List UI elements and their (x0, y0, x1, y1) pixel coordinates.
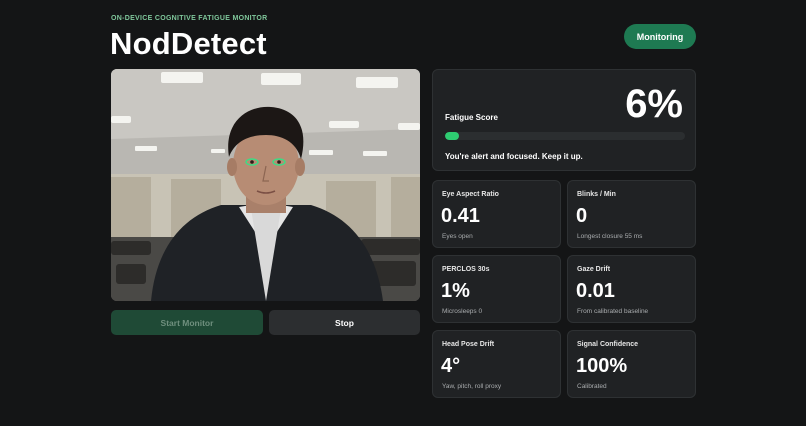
camera-feed (111, 69, 420, 301)
metric-value: 4° (441, 355, 461, 377)
metric-value: 0.01 (576, 280, 615, 302)
metric-card-perclos: PERCLOS 30s 1% Microsleeps 0 (432, 255, 561, 323)
metric-label: Signal Confidence (577, 341, 639, 348)
metric-subtext: Calibrated (577, 383, 607, 390)
metric-card-signal-confidence: Signal Confidence 100% Calibrated (567, 330, 696, 398)
fatigue-progress-bar (445, 132, 685, 140)
metric-card-eye-aspect-ratio: Eye Aspect Ratio 0.41 Eyes open (432, 180, 561, 248)
metric-label: Gaze Drift (577, 266, 611, 273)
fatigue-score-value: 6% (625, 82, 683, 126)
fatigue-progress-fill (445, 132, 460, 140)
metric-label: Eye Aspect Ratio (442, 191, 499, 198)
stop-button[interactable]: Stop (269, 310, 420, 335)
metric-card-blinks: Blinks / Min 0 Longest closure 55 ms (567, 180, 696, 248)
metric-value: 0.41 (441, 205, 480, 227)
monitoring-status-button[interactable]: Monitoring (624, 24, 696, 49)
metric-subtext: Microsleeps 0 (442, 308, 483, 315)
metric-label: Blinks / Min (577, 191, 616, 198)
fatigue-score-label: Fatigue Score (445, 113, 498, 122)
app-title: NodDetect (110, 26, 267, 61)
metric-card-gaze-drift: Gaze Drift 0.01 From calibrated baseline (567, 255, 696, 323)
metric-value: 1% (441, 280, 470, 302)
metric-value: 0 (576, 205, 588, 227)
metric-label: Head Pose Drift (442, 341, 495, 348)
metric-subtext: Yaw, pitch, roll proxy (442, 383, 502, 390)
metric-subtext: Eyes open (442, 233, 473, 240)
metric-label: PERCLOS 30s (442, 266, 490, 273)
fatigue-score-card: Fatigue Score 6% You're alert and focuse… (432, 69, 696, 171)
metric-subtext: From calibrated baseline (577, 308, 649, 315)
start-monitor-button[interactable]: Start Monitor (111, 310, 263, 335)
metric-value: 100% (576, 355, 628, 377)
fatigue-message: You're alert and focused. Keep it up. (445, 152, 583, 161)
metric-card-head-pose-drift: Head Pose Drift 4° Yaw, pitch, roll prox… (432, 330, 561, 398)
metric-subtext: Longest closure 55 ms (577, 233, 643, 240)
eyebrow-label: ON-DEVICE COGNITIVE FATIGUE MONITOR (111, 15, 268, 22)
